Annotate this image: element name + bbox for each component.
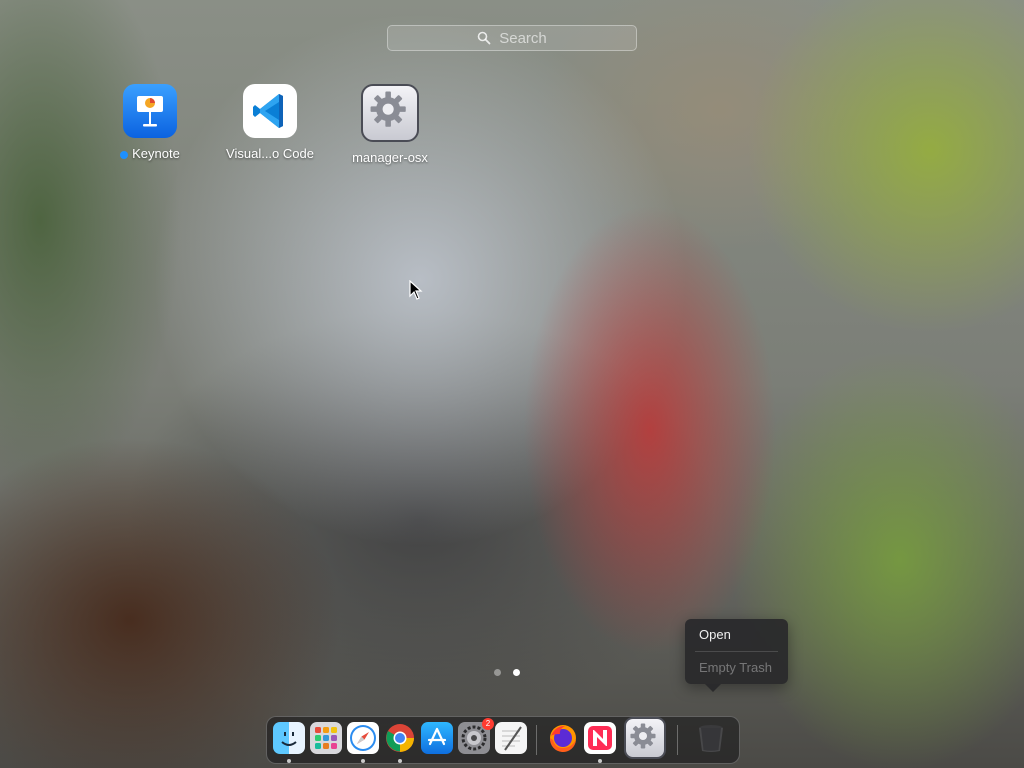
trash-context-menu: Open Empty Trash: [685, 619, 788, 692]
menu-item-open[interactable]: Open: [685, 619, 788, 651]
firefox-icon[interactable]: [547, 722, 579, 754]
keynote-icon: [123, 84, 177, 138]
chrome-icon[interactable]: [384, 722, 416, 754]
menu-item-empty-trash: Empty Trash: [699, 660, 772, 675]
launchpad-app-keynote[interactable]: Keynote: [95, 84, 205, 161]
search-icon: [477, 31, 491, 45]
app-label: manager-osx: [352, 150, 428, 165]
dock-separator: [677, 725, 678, 755]
news-icon[interactable]: [584, 722, 616, 754]
new-app-indicator: [120, 150, 129, 159]
page-dot[interactable]: [494, 669, 501, 676]
mouse-cursor-icon: [409, 280, 423, 300]
running-indicator: [287, 759, 291, 763]
vscode-icon: [243, 84, 297, 138]
trash-icon[interactable]: [695, 722, 727, 754]
launchpad-app-manager-osx[interactable]: manager-osx: [335, 84, 445, 165]
app-label: Visual...o Code: [226, 146, 314, 161]
menu-pointer: [705, 684, 721, 692]
system-preferences-icon[interactable]: 2: [458, 718, 494, 754]
manager-osx-dock-icon[interactable]: [624, 717, 666, 759]
launchpad-icon[interactable]: [310, 722, 342, 754]
safari-icon[interactable]: [347, 722, 379, 754]
page-dot-active[interactable]: [513, 669, 520, 676]
finder-icon[interactable]: [273, 722, 305, 754]
notification-badge: 2: [482, 718, 494, 730]
textedit-icon[interactable]: [495, 722, 527, 754]
search-input[interactable]: Search: [387, 25, 637, 51]
running-indicator: [598, 759, 602, 763]
dock-separator: [536, 725, 537, 755]
page-indicator: [494, 669, 520, 676]
launchpad-app-vscode[interactable]: Visual...o Code: [215, 84, 325, 161]
running-indicator: [398, 759, 402, 763]
app-store-icon[interactable]: [421, 722, 453, 754]
running-indicator: [361, 759, 365, 763]
dock: 2: [266, 716, 740, 764]
search-placeholder: Search: [499, 29, 547, 47]
app-label: Keynote: [132, 146, 180, 161]
gear-app-icon: [361, 84, 419, 142]
